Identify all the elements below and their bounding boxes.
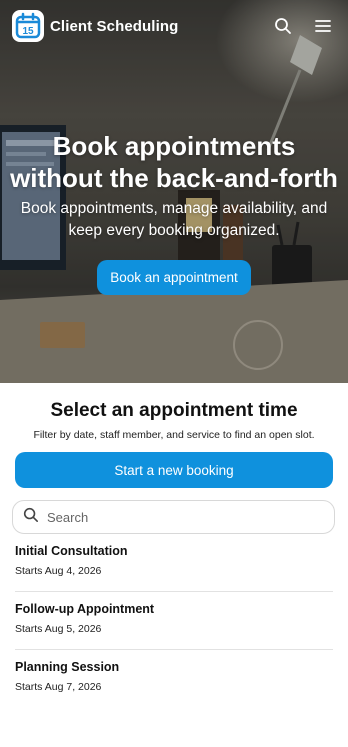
search-input[interactable]: Search: [12, 500, 335, 534]
hero-content: Book appointments without the back-and-f…: [0, 130, 348, 295]
hero-section: 15 Client Scheduling Book appointments w…: [0, 0, 348, 383]
calendar-icon[interactable]: 15: [12, 10, 44, 42]
search-icon: [23, 507, 39, 527]
list-item[interactable]: Initial Consultation Starts Aug 4, 2026: [15, 544, 333, 592]
appointment-section: Select an appointment time Filter by dat…: [0, 383, 348, 707]
top-navigation-bar: 15 Client Scheduling: [0, 0, 348, 52]
appointment-title: Follow-up Appointment: [15, 602, 155, 616]
search-icon[interactable]: [270, 13, 296, 39]
hero-subtitle: Book appointments, manage availability, …: [20, 200, 328, 239]
list-item[interactable]: Planning Session Starts Aug 7, 2026: [15, 660, 333, 707]
logo-day-text: 15: [22, 26, 34, 37]
search-placeholder: Search: [47, 509, 89, 525]
appointment-date: Starts Aug 4, 2026: [15, 565, 102, 577]
appointment-title: Planning Session: [15, 660, 120, 674]
menu-icon[interactable]: [310, 13, 336, 39]
appointment-date: Starts Aug 5, 2026: [15, 623, 102, 635]
section-title: Select an appointment time: [50, 400, 298, 421]
book-appointment-button[interactable]: Book an appointment: [97, 260, 251, 295]
appointment-list: Initial Consultation Starts Aug 4, 2026 …: [15, 544, 333, 707]
start-new-booking-button[interactable]: Start a new booking: [15, 452, 333, 488]
hero-title: Book appointments without the back-and-f…: [10, 131, 338, 193]
appointment-title: Initial Consultation: [15, 544, 128, 558]
section-subtitle: Filter by date, staff member, and servic…: [33, 429, 315, 441]
appointment-date: Starts Aug 7, 2026: [15, 681, 102, 693]
app-title: Client Scheduling: [50, 17, 179, 35]
list-item[interactable]: Follow-up Appointment Starts Aug 5, 2026: [15, 602, 333, 650]
